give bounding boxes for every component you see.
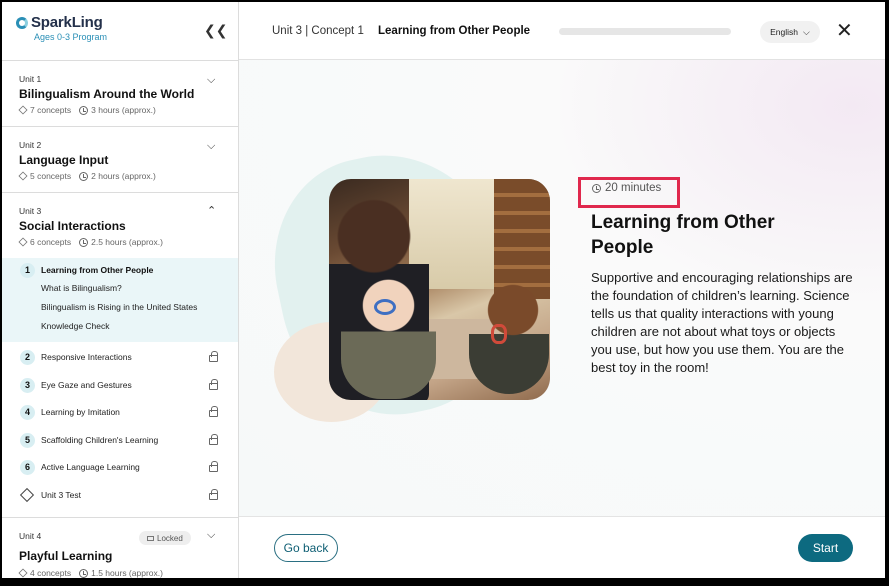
unit-title: Bilingualism Around the World (19, 87, 195, 101)
duration-estimate: 2.5 hours (approx.) (91, 237, 163, 247)
unit-meta: 5 concepts 2 hours (approx.) (18, 171, 156, 181)
unit-4[interactable]: Unit 4 Playful Learning 4 concepts 1.5 h… (2, 517, 238, 578)
chevron-down-icon[interactable]: ⌵ (207, 74, 215, 87)
main-content: 20 minutes Learning from Other People Su… (239, 60, 885, 516)
concept-item-6[interactable]: 6 Active Language Learning (2, 455, 238, 479)
app-frame: SparkLing Ages 0-3 Program ❮❮ Unit 1 Bil… (2, 2, 885, 578)
clock-icon (79, 105, 89, 115)
unit-meta: 7 concepts 3 hours (approx.) (18, 105, 156, 115)
concept-title: Learning from Other People (378, 25, 531, 37)
clock-icon (79, 237, 89, 247)
concept-count: 5 concepts (30, 171, 72, 181)
subitem-what-is-bilingualism[interactable]: What is Bilingualism? (41, 283, 122, 293)
lock-icon (209, 461, 218, 472)
unit-meta: 4 concepts 1.5 hours (approx.) (18, 568, 163, 578)
top-header: Unit 3 | Concept 1 Learning from Other P… (239, 2, 885, 60)
unit-title: Social Interactions (19, 219, 126, 233)
duration-estimate: 2 hours (approx.) (91, 171, 156, 181)
progress-bar (559, 28, 731, 35)
concept-description: Supportive and encouraging relationships… (591, 270, 853, 375)
duration-estimate: 3 hours (approx.) (91, 105, 156, 115)
concept-label: Responsive Interactions (41, 352, 132, 362)
concept-count: 4 concepts (30, 568, 72, 578)
unit-label: Unit 3 (19, 206, 42, 216)
brand-subtitle: Ages 0-3 Program (34, 32, 108, 42)
concept-number: 3 (20, 377, 35, 393)
breadcrumb: Unit 3 | Concept 1 (272, 25, 364, 37)
concept-number: 6 (20, 459, 35, 475)
concept-photo (329, 179, 550, 400)
concept-number: 2 (20, 349, 35, 365)
brand-logo: SparkLing Ages 0-3 Program (16, 14, 107, 42)
unit-meta: 6 concepts 2.5 hours (approx.) (18, 237, 163, 247)
concept-label: Learning from Other People (41, 265, 154, 275)
unit-label: Unit 2 (19, 140, 42, 150)
locked-label: Locked (157, 533, 183, 543)
test-icon (19, 487, 35, 503)
chevron-down-icon[interactable]: ⌵ (207, 140, 215, 153)
cube-icon (18, 105, 28, 115)
clock-icon (79, 568, 89, 578)
go-back-button[interactable]: Go back (274, 534, 338, 562)
concept-label: Scaffolding Children's Learning (41, 435, 159, 445)
footer-bar: Go back Start (239, 516, 885, 578)
highlight-box (578, 177, 680, 208)
concept-count: 7 concepts (30, 105, 72, 115)
unit-title: Language Input (19, 153, 109, 167)
concept-number: 1 (20, 262, 35, 278)
start-button[interactable]: Start (798, 534, 853, 562)
cube-icon (18, 237, 28, 247)
unit-label: Unit 4 (19, 531, 42, 541)
chevron-down-icon[interactable]: ⌵ (207, 529, 215, 542)
subitem-bilingualism-rising[interactable]: Bilingualism is Rising in the United Sta… (41, 302, 197, 312)
subitem-knowledge-check[interactable]: Knowledge Check (41, 321, 110, 331)
lock-icon (147, 535, 154, 541)
concept-item-2[interactable]: 2 Responsive Interactions (2, 345, 238, 369)
concept-number: 4 (20, 404, 35, 420)
concept-number: 5 (20, 432, 35, 448)
concept-item-4[interactable]: 4 Learning by Imitation (2, 400, 238, 424)
brand-name: SparkLing (31, 14, 103, 31)
chevron-down-icon: ⌵ (803, 26, 810, 37)
concept-item-3[interactable]: 3 Eye Gaze and Gestures (2, 373, 238, 397)
unit-3[interactable]: Unit 3 Social Interactions 6 concepts 2.… (2, 192, 238, 258)
lock-icon (209, 379, 218, 390)
unit-2[interactable]: Unit 2 Language Input 5 concepts 2 hours… (2, 126, 238, 192)
unit-test-item[interactable]: Unit 3 Test (2, 483, 238, 507)
double-chevron-left-icon[interactable]: ❮❮ (204, 22, 227, 39)
clock-icon (79, 171, 89, 181)
duration-estimate: 1.5 hours (approx.) (91, 568, 163, 578)
lock-icon (209, 406, 218, 417)
lock-icon (209, 489, 218, 500)
concept-count: 6 concepts (30, 237, 72, 247)
unit-title: Playful Learning (19, 549, 113, 563)
unit-1[interactable]: Unit 1 Bilingualism Around the World 7 c… (2, 60, 238, 126)
language-select[interactable]: English ⌵ (760, 21, 820, 43)
page-title: Learning from Other People (591, 212, 775, 258)
concept-label: Learning by Imitation (41, 407, 120, 417)
chevron-up-icon[interactable]: ⌃ (207, 204, 216, 217)
concept-label: Unit 3 Test (41, 490, 82, 500)
unit-label: Unit 1 (19, 74, 42, 84)
lock-icon (209, 434, 218, 445)
sparkling-logo-icon (16, 16, 28, 29)
sidebar: SparkLing Ages 0-3 Program ❮❮ Unit 1 Bil… (2, 2, 239, 578)
close-icon[interactable]: ✕ (836, 21, 853, 41)
lock-icon (209, 351, 218, 362)
concept-item-1[interactable]: 1 Learning from Other People (2, 258, 238, 282)
cube-icon (18, 171, 28, 181)
locked-badge: Locked (139, 531, 191, 545)
concept-item-5[interactable]: 5 Scaffolding Children's Learning (2, 428, 238, 452)
language-label: English (770, 27, 799, 37)
concept-label: Eye Gaze and Gestures (41, 380, 132, 390)
cube-icon (18, 568, 28, 578)
concept-label: Active Language Learning (41, 462, 140, 472)
